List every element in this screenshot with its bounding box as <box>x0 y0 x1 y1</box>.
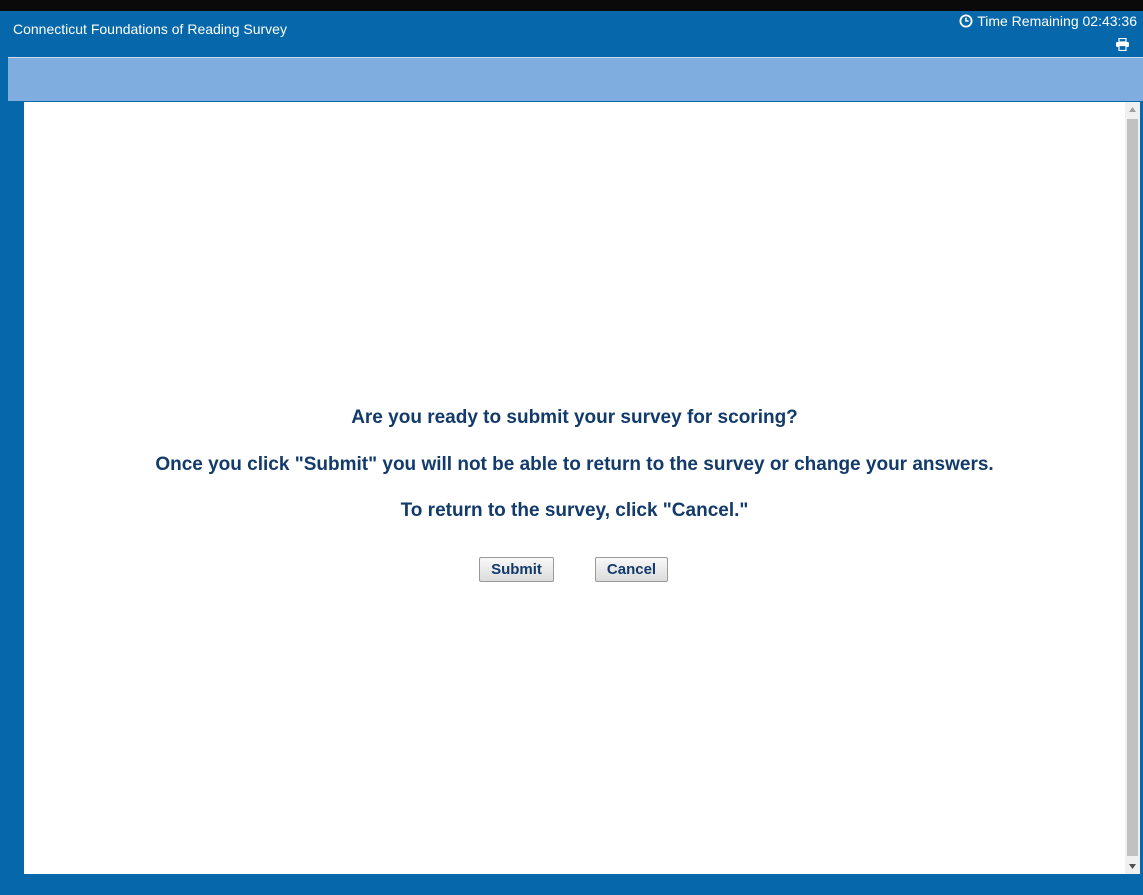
timer-label: Time Remaining 02:43:36 <box>977 13 1137 29</box>
scroll-down-arrow-icon[interactable] <box>1125 859 1140 874</box>
toolbar <box>8 57 1143 101</box>
submit-button[interactable]: Submit <box>479 557 554 582</box>
scroll-up-arrow-icon[interactable] <box>1125 102 1140 117</box>
submit-warning: Once you click "Submit" you will not be … <box>155 454 994 475</box>
print-icon[interactable] <box>1115 37 1130 56</box>
vertical-scrollbar[interactable] <box>1125 102 1140 874</box>
time-remaining: Time Remaining 02:43:36 <box>959 13 1137 29</box>
confirmation-panel: Are you ready to submit your survey for … <box>24 102 1125 874</box>
cancel-button[interactable]: Cancel <box>595 557 668 582</box>
cancel-instruction: To return to the survey, click "Cancel." <box>400 500 749 521</box>
scroll-thumb[interactable] <box>1127 119 1138 856</box>
submit-question: Are you ready to submit your survey for … <box>351 407 798 428</box>
app-header: Connecticut Foundations of Reading Surve… <box>0 11 1143 56</box>
clock-icon <box>959 14 973 28</box>
app-title: Connecticut Foundations of Reading Surve… <box>13 21 287 37</box>
app-frame: Connecticut Foundations of Reading Surve… <box>0 11 1143 895</box>
